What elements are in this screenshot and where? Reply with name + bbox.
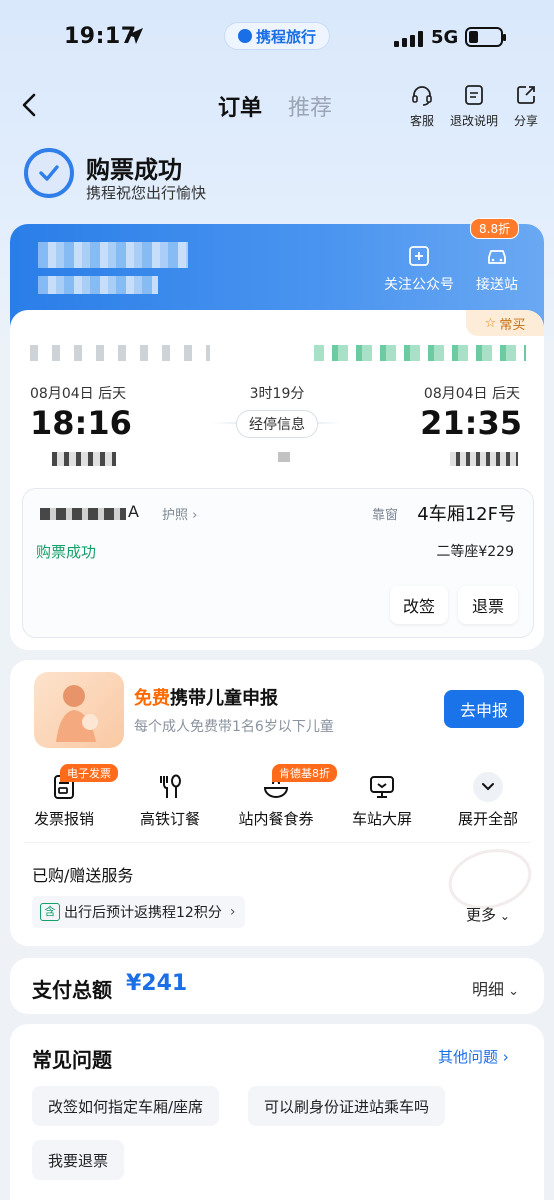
bought-services-title: 已购/赠送服务 [32, 866, 134, 885]
child-declaration-title: 免费携带儿童申报 [134, 684, 278, 710]
more-services-button[interactable]: 更多 ⌄ [466, 904, 510, 925]
divider [24, 842, 530, 843]
redacted-depart-detail [52, 452, 116, 466]
chevron-right-icon: › [229, 904, 236, 920]
points-link[interactable]: 含 出行后预计返携程12积分 › [32, 896, 246, 928]
car-icon [488, 250, 506, 264]
share-icon [517, 86, 535, 104]
service-meal-label: 高铁订餐 [139, 810, 200, 828]
star-icon: ☆ [484, 315, 497, 331]
other-questions-link[interactable]: 其他问题 › [438, 1046, 509, 1067]
free-label: 免费 [134, 688, 170, 709]
service-station-screen[interactable]: 车站大屏 [332, 772, 432, 829]
redacted-arrive-station [314, 345, 526, 361]
passport-link[interactable]: 护照 › [162, 504, 197, 523]
depart-time: 18:16 [30, 404, 132, 442]
success-subtitle: 携程祝您出行愉快 [86, 184, 207, 202]
change-ticket-button[interactable]: 改签 [390, 586, 448, 624]
service-station-screen-label: 车站大屏 [351, 810, 412, 828]
redacted-train-no [278, 452, 290, 462]
back-arrow-icon[interactable] [18, 92, 42, 118]
arrive-date: 08月04日 后天 [423, 386, 520, 402]
transfer-discount-badge: 8.8折 [470, 218, 520, 239]
service-food-coupon-label: 站内餐食券 [238, 810, 314, 828]
seat-class-price: 二等座¥229 [436, 544, 514, 560]
redacted-station-name [38, 242, 188, 268]
payment-detail-button[interactable]: 明细 ⌄ [472, 976, 519, 1000]
payment-total-amount: ¥241 [126, 971, 188, 996]
transfer-button[interactable]: 接送站 [476, 244, 518, 294]
location-arrow-icon [127, 28, 143, 44]
mother-child-illustration [34, 672, 124, 748]
network-type: 5G [431, 27, 459, 48]
seat-number: 4车厢12F号 [417, 504, 516, 525]
customer-service-button[interactable]: 客服 [394, 84, 450, 129]
redacted-station-detail [38, 276, 158, 294]
service-invoice-label: 发票报销 [33, 810, 94, 828]
redacted-depart-station [30, 345, 210, 361]
success-title: 购票成功 [86, 156, 182, 184]
points-text: 出行后预计返携程12积分 [64, 905, 222, 921]
often-bought-label: 常买 [499, 317, 526, 333]
payment-detail-label: 明细 [472, 980, 505, 999]
window-seat-label: 靠窗 [372, 508, 399, 523]
fork-spoon-icon [160, 774, 181, 798]
status-bar: 19:17 携程旅行 5G [0, 0, 554, 70]
included-tag: 含 [40, 903, 60, 921]
other-questions-label: 其他问题 [438, 1048, 499, 1066]
faq-item[interactable]: 改签如何指定车厢/座席 [32, 1086, 220, 1126]
share-button[interactable]: 分享 [498, 84, 554, 129]
tab-recommend[interactable]: 推荐 [288, 90, 332, 122]
redacted-arrive-detail [450, 452, 518, 466]
often-bought-tag: ☆ 常买 [466, 310, 544, 336]
headset-icon [412, 86, 432, 106]
chevron-down-icon: ⌄ [504, 984, 520, 999]
refund-policy-button[interactable]: 退改说明 [446, 84, 502, 129]
declare-button[interactable]: 去申报 [444, 690, 524, 728]
redacted-passenger-name [40, 508, 126, 520]
brand-logo-icon [237, 29, 252, 43]
follow-account-label: 关注公众号 [384, 277, 454, 293]
follow-account-button[interactable]: 关注公众号 [384, 244, 454, 294]
arrive-time: 21:35 [420, 404, 522, 442]
document-icon [465, 85, 483, 105]
chevron-down-icon [473, 772, 503, 802]
screen-icon [370, 776, 394, 798]
transfer-label: 接送站 [476, 277, 518, 293]
brand-name: 携程旅行 [255, 27, 316, 46]
chevron-down-small-icon: ⌄ [496, 909, 510, 923]
refund-policy-label: 退改说明 [449, 114, 498, 128]
faq-title: 常见问题 [32, 1048, 112, 1072]
share-label: 分享 [513, 114, 538, 128]
check-circle-icon [24, 148, 74, 198]
service-meal[interactable]: 高铁订餐 [120, 772, 220, 829]
kfc-discount-badge: 肯德基8折 [272, 764, 337, 782]
expand-all-button[interactable]: 展开全部 [438, 772, 538, 829]
expand-all-label: 展开全部 [457, 810, 518, 828]
stop-info-button[interactable]: 经停信息 [236, 410, 318, 438]
brand-pill: 携程旅行 [224, 22, 330, 50]
passenger-name-suffix: A [128, 502, 139, 521]
battery-icon [465, 27, 506, 47]
faq-item[interactable]: 可以刷身份证进站乘车吗 [248, 1086, 446, 1126]
signal-icon [394, 31, 423, 47]
payment-total-label: 支付总额 [32, 978, 112, 1002]
refund-ticket-button[interactable]: 退票 [458, 586, 518, 624]
chevron-right-icon: › [498, 1048, 509, 1066]
ticket-status: 购票成功 [36, 543, 97, 561]
faq-item[interactable]: 我要退票 [32, 1140, 125, 1180]
e-invoice-badge: 电子发票 [60, 764, 118, 782]
tab-orders[interactable]: 订单 [218, 90, 262, 122]
customer-service-label: 客服 [409, 114, 434, 128]
child-declaration-subtitle: 每个成人免费带1名6岁以下儿童 [134, 719, 334, 735]
plus-square-icon [409, 246, 429, 266]
more-label: 更多 [466, 906, 497, 924]
child-title-rest: 携带儿童申报 [170, 688, 278, 709]
